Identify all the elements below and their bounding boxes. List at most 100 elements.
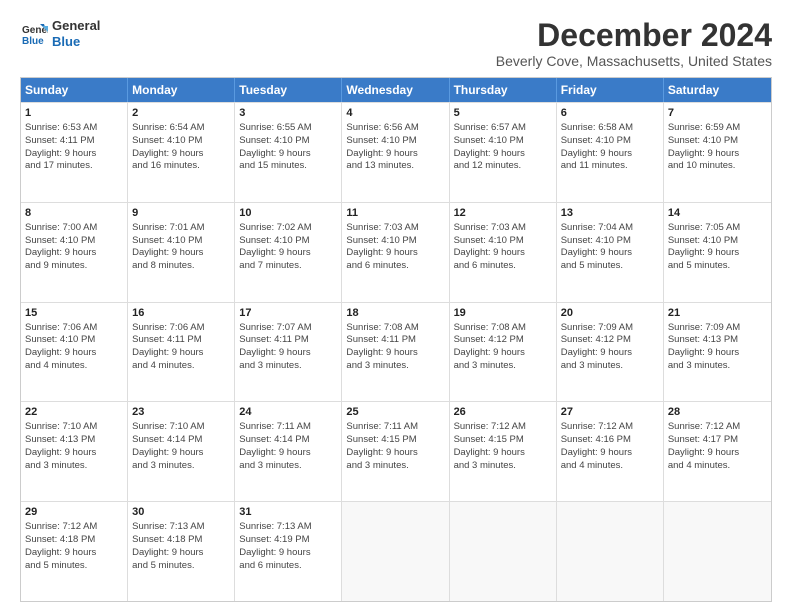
cell-info: Sunrise: 6:56 AMSunset: 4:10 PMDaylight:…	[346, 122, 418, 171]
calendar-cell: 3Sunrise: 6:55 AMSunset: 4:10 PMDaylight…	[235, 103, 342, 202]
cell-info: Sunrise: 7:09 AMSunset: 4:13 PMDaylight:…	[668, 322, 740, 371]
day-number: 7	[668, 106, 767, 121]
calendar-cell: 9Sunrise: 7:01 AMSunset: 4:10 PMDaylight…	[128, 203, 235, 302]
calendar-cell: 11Sunrise: 7:03 AMSunset: 4:10 PMDayligh…	[342, 203, 449, 302]
day-number: 2	[132, 106, 230, 121]
cell-info: Sunrise: 7:00 AMSunset: 4:10 PMDaylight:…	[25, 222, 97, 271]
calendar-cell: 13Sunrise: 7:04 AMSunset: 4:10 PMDayligh…	[557, 203, 664, 302]
day-number: 8	[25, 206, 123, 221]
cell-info: Sunrise: 7:11 AMSunset: 4:14 PMDaylight:…	[239, 421, 311, 470]
calendar-cell	[664, 502, 771, 601]
calendar-cell: 26Sunrise: 7:12 AMSunset: 4:15 PMDayligh…	[450, 402, 557, 501]
day-number: 22	[25, 405, 123, 420]
cell-info: Sunrise: 7:10 AMSunset: 4:13 PMDaylight:…	[25, 421, 97, 470]
cell-info: Sunrise: 7:12 AMSunset: 4:16 PMDaylight:…	[561, 421, 633, 470]
cell-info: Sunrise: 7:04 AMSunset: 4:10 PMDaylight:…	[561, 222, 633, 271]
cell-info: Sunrise: 6:58 AMSunset: 4:10 PMDaylight:…	[561, 122, 633, 171]
day-number: 1	[25, 106, 123, 121]
cell-info: Sunrise: 7:13 AMSunset: 4:18 PMDaylight:…	[132, 521, 204, 570]
calendar-row-2: 8Sunrise: 7:00 AMSunset: 4:10 PMDaylight…	[21, 202, 771, 302]
calendar-cell: 19Sunrise: 7:08 AMSunset: 4:12 PMDayligh…	[450, 303, 557, 402]
cell-info: Sunrise: 6:55 AMSunset: 4:10 PMDaylight:…	[239, 122, 311, 171]
calendar-cell: 15Sunrise: 7:06 AMSunset: 4:10 PMDayligh…	[21, 303, 128, 402]
header: General Blue General Blue December 2024 …	[20, 18, 772, 69]
day-number: 14	[668, 206, 767, 221]
calendar-cell: 21Sunrise: 7:09 AMSunset: 4:13 PMDayligh…	[664, 303, 771, 402]
cell-info: Sunrise: 7:10 AMSunset: 4:14 PMDaylight:…	[132, 421, 204, 470]
day-number: 18	[346, 306, 444, 321]
day-number: 13	[561, 206, 659, 221]
weekday-header-wednesday: Wednesday	[342, 78, 449, 102]
day-number: 28	[668, 405, 767, 420]
calendar-cell	[450, 502, 557, 601]
calendar-cell: 23Sunrise: 7:10 AMSunset: 4:14 PMDayligh…	[128, 402, 235, 501]
calendar-row-4: 22Sunrise: 7:10 AMSunset: 4:13 PMDayligh…	[21, 401, 771, 501]
calendar-cell: 30Sunrise: 7:13 AMSunset: 4:18 PMDayligh…	[128, 502, 235, 601]
calendar-cell: 28Sunrise: 7:12 AMSunset: 4:17 PMDayligh…	[664, 402, 771, 501]
cell-info: Sunrise: 7:05 AMSunset: 4:10 PMDaylight:…	[668, 222, 740, 271]
calendar-cell: 14Sunrise: 7:05 AMSunset: 4:10 PMDayligh…	[664, 203, 771, 302]
calendar-cell: 25Sunrise: 7:11 AMSunset: 4:15 PMDayligh…	[342, 402, 449, 501]
calendar-cell: 22Sunrise: 7:10 AMSunset: 4:13 PMDayligh…	[21, 402, 128, 501]
cell-info: Sunrise: 6:57 AMSunset: 4:10 PMDaylight:…	[454, 122, 526, 171]
cell-info: Sunrise: 7:08 AMSunset: 4:11 PMDaylight:…	[346, 322, 418, 371]
day-number: 3	[239, 106, 337, 121]
weekday-header-sunday: Sunday	[21, 78, 128, 102]
calendar-cell: 7Sunrise: 6:59 AMSunset: 4:10 PMDaylight…	[664, 103, 771, 202]
calendar-cell	[557, 502, 664, 601]
main-title: December 2024	[496, 18, 772, 53]
day-number: 11	[346, 206, 444, 221]
day-number: 15	[25, 306, 123, 321]
cell-info: Sunrise: 7:11 AMSunset: 4:15 PMDaylight:…	[346, 421, 418, 470]
weekday-header-saturday: Saturday	[664, 78, 771, 102]
day-number: 30	[132, 505, 230, 520]
day-number: 21	[668, 306, 767, 321]
day-number: 20	[561, 306, 659, 321]
day-number: 17	[239, 306, 337, 321]
cell-info: Sunrise: 7:12 AMSunset: 4:17 PMDaylight:…	[668, 421, 740, 470]
calendar-cell: 24Sunrise: 7:11 AMSunset: 4:14 PMDayligh…	[235, 402, 342, 501]
logo-icon: General Blue	[20, 20, 48, 48]
logo-text-general: General	[52, 18, 100, 34]
svg-text:Blue: Blue	[22, 36, 44, 47]
cell-info: Sunrise: 7:12 AMSunset: 4:18 PMDaylight:…	[25, 521, 97, 570]
cell-info: Sunrise: 6:54 AMSunset: 4:10 PMDaylight:…	[132, 122, 204, 171]
calendar-row-3: 15Sunrise: 7:06 AMSunset: 4:10 PMDayligh…	[21, 302, 771, 402]
cell-info: Sunrise: 7:02 AMSunset: 4:10 PMDaylight:…	[239, 222, 311, 271]
day-number: 23	[132, 405, 230, 420]
day-number: 10	[239, 206, 337, 221]
calendar-cell: 20Sunrise: 7:09 AMSunset: 4:12 PMDayligh…	[557, 303, 664, 402]
day-number: 19	[454, 306, 552, 321]
page: General Blue General Blue December 2024 …	[0, 0, 792, 612]
day-number: 6	[561, 106, 659, 121]
weekday-header-tuesday: Tuesday	[235, 78, 342, 102]
cell-info: Sunrise: 7:06 AMSunset: 4:11 PMDaylight:…	[132, 322, 204, 371]
calendar-cell: 17Sunrise: 7:07 AMSunset: 4:11 PMDayligh…	[235, 303, 342, 402]
cell-info: Sunrise: 7:03 AMSunset: 4:10 PMDaylight:…	[454, 222, 526, 271]
cell-info: Sunrise: 7:01 AMSunset: 4:10 PMDaylight:…	[132, 222, 204, 271]
cell-info: Sunrise: 6:59 AMSunset: 4:10 PMDaylight:…	[668, 122, 740, 171]
day-number: 27	[561, 405, 659, 420]
cell-info: Sunrise: 7:12 AMSunset: 4:15 PMDaylight:…	[454, 421, 526, 470]
logo-text-blue: Blue	[52, 34, 100, 50]
calendar-cell: 6Sunrise: 6:58 AMSunset: 4:10 PMDaylight…	[557, 103, 664, 202]
day-number: 9	[132, 206, 230, 221]
calendar: SundayMondayTuesdayWednesdayThursdayFrid…	[20, 77, 772, 602]
cell-info: Sunrise: 7:06 AMSunset: 4:10 PMDaylight:…	[25, 322, 97, 371]
day-number: 25	[346, 405, 444, 420]
cell-info: Sunrise: 7:03 AMSunset: 4:10 PMDaylight:…	[346, 222, 418, 271]
weekday-header-friday: Friday	[557, 78, 664, 102]
calendar-cell: 12Sunrise: 7:03 AMSunset: 4:10 PMDayligh…	[450, 203, 557, 302]
day-number: 31	[239, 505, 337, 520]
subtitle: Beverly Cove, Massachusetts, United Stat…	[496, 53, 772, 69]
weekday-header-thursday: Thursday	[450, 78, 557, 102]
weekday-header-monday: Monday	[128, 78, 235, 102]
cell-info: Sunrise: 7:09 AMSunset: 4:12 PMDaylight:…	[561, 322, 633, 371]
calendar-cell: 8Sunrise: 7:00 AMSunset: 4:10 PMDaylight…	[21, 203, 128, 302]
day-number: 12	[454, 206, 552, 221]
day-number: 16	[132, 306, 230, 321]
cell-info: Sunrise: 6:53 AMSunset: 4:11 PMDaylight:…	[25, 122, 97, 171]
calendar-cell: 27Sunrise: 7:12 AMSunset: 4:16 PMDayligh…	[557, 402, 664, 501]
day-number: 4	[346, 106, 444, 121]
cell-info: Sunrise: 7:07 AMSunset: 4:11 PMDaylight:…	[239, 322, 311, 371]
